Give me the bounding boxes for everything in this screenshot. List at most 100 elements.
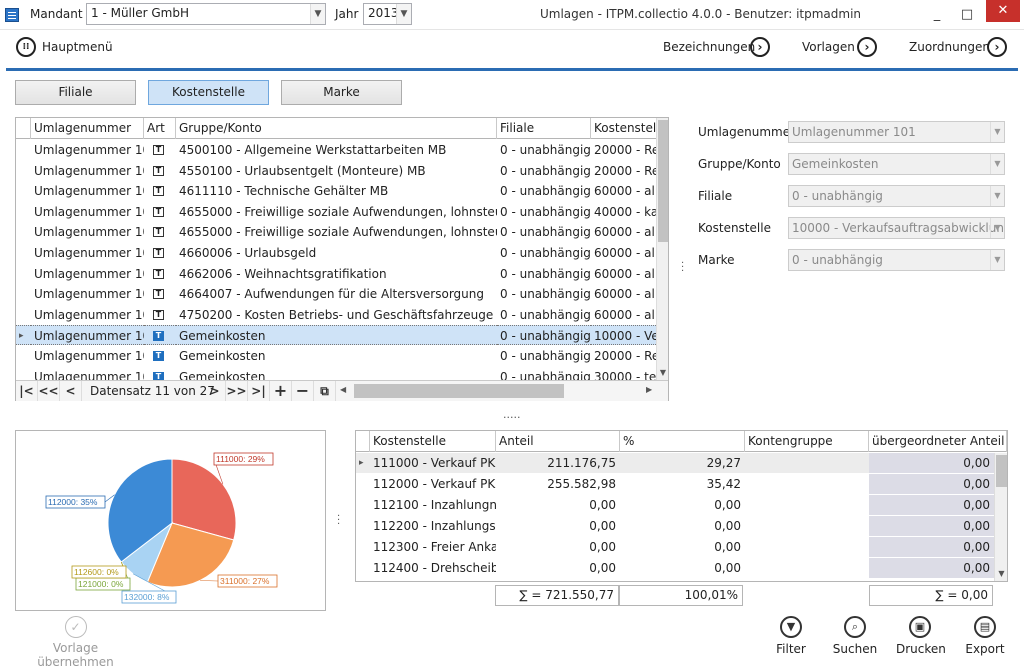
home-menu-link[interactable]: Hauptmenü	[42, 40, 113, 54]
first-record-button[interactable]: |<	[16, 381, 38, 401]
table-row[interactable]: 112200 - Inzahlungsn...0,000,000,00	[356, 516, 994, 537]
table-row[interactable]: Umlagenummer 101TGemeinkosten0 - unabhän…	[16, 346, 656, 367]
table-row[interactable]: 112400 - Drehscheib...0,000,000,00	[356, 558, 994, 579]
col-uebergeordneter-anteil[interactable]: übergeordneter Anteil	[869, 431, 1007, 452]
mandant-value: 1 - Müller GmbH	[91, 6, 189, 20]
cell-anteil: 0,00	[496, 516, 620, 536]
table-row[interactable]: ▸111000 - Verkauf PK...211.176,7529,270,…	[356, 453, 994, 474]
table-row[interactable]: Umlagenummer 101T4664007 - Aufwendungen …	[16, 284, 656, 305]
table-row[interactable]: Umlagenummer 101TGemeinkosten0 - unabhän…	[16, 367, 656, 380]
copy-record-button[interactable]: ⧉	[314, 381, 336, 401]
drucken-button[interactable]: ▣ Drucken	[896, 616, 944, 656]
cell-gruppe: Gemeinkosten	[176, 346, 497, 366]
col-percent[interactable]: %	[620, 431, 745, 452]
horizontal-splitter-handle[interactable]: .....	[503, 408, 520, 421]
filter-button[interactable]: ▼ Filter	[770, 616, 812, 656]
menu-icon[interactable]: ⁞⁞	[16, 37, 36, 57]
verteilung-scrollbar[interactable]: ▼	[994, 453, 1007, 581]
add-record-button[interactable]: +	[270, 381, 292, 401]
record-navigator: |< << < Datensatz 11 von 27 > >> >| + − …	[16, 380, 668, 401]
suchen-button[interactable]: ⌕ Suchen	[832, 616, 878, 656]
next-record-button[interactable]: >	[204, 381, 226, 401]
close-button[interactable]: ✕	[986, 0, 1020, 22]
chevron-down-icon: ▼	[310, 4, 325, 24]
table-row[interactable]: Umlagenummer 101T4500100 - Allgemeine We…	[16, 140, 656, 161]
cell-gruppe: Gemeinkosten	[176, 325, 497, 345]
col-umlagenummer[interactable]: Umlagenummer	[31, 118, 144, 139]
export-button[interactable]: ▤ Export	[963, 616, 1007, 656]
cell-kostenstelle: 60000 - allg	[591, 222, 656, 242]
cell-gruppe: 4660006 - Urlaubsgeld	[176, 243, 497, 263]
export-label: Export	[965, 642, 1004, 656]
cell-filiale: 0 - unabhängig	[497, 284, 591, 304]
row-indicator-header	[356, 431, 370, 452]
cell-art: T	[144, 181, 176, 201]
scrollbar-thumb[interactable]	[996, 455, 1007, 487]
col-gruppe-konto[interactable]: Gruppe/Konto	[176, 118, 497, 139]
delete-record-button[interactable]: −	[292, 381, 314, 401]
col-filiale[interactable]: Filiale	[497, 118, 591, 139]
scroll-down-icon[interactable]: ▼	[996, 569, 1007, 578]
scroll-down-icon[interactable]: ▼	[658, 368, 668, 377]
group-type-icon: T	[153, 372, 164, 380]
chevron-right-icon[interactable]: ›	[750, 37, 770, 57]
row-indicator	[16, 284, 31, 304]
filter-icon: ▼	[780, 616, 802, 638]
col-anteil[interactable]: Anteil	[496, 431, 620, 452]
cell-kostenstelle: 60000 - allg	[591, 305, 656, 325]
scrollbar-thumb[interactable]	[658, 120, 668, 242]
bezeichnungen-link[interactable]: Bezeichnungen	[663, 40, 755, 54]
vertical-splitter-handle-2[interactable]: ···	[337, 515, 340, 527]
mandant-select[interactable]: 1 - Müller GmbH ▼	[86, 3, 326, 25]
chevron-down-icon: ▼	[990, 218, 1004, 238]
table-row[interactable]: ▸Umlagenummer 101TGemeinkosten0 - unabhä…	[16, 325, 656, 346]
cell-art: T	[144, 346, 176, 366]
cell-anteil: 0,00	[496, 495, 620, 515]
vertical-splitter-handle[interactable]: ···	[681, 262, 685, 274]
previous-page-button[interactable]: <<	[38, 381, 60, 401]
app-icon	[5, 8, 19, 22]
table-row[interactable]: Umlagenummer 101T4662006 - Weihnachtsgra…	[16, 264, 656, 285]
table-row[interactable]: Umlagenummer 101T4550100 - Urlaubsentgel…	[16, 161, 656, 182]
col-art[interactable]: Art	[144, 118, 176, 139]
zuordnungen-link[interactable]: Zuordnungen	[909, 40, 990, 54]
table-row[interactable]: Umlagenummer 101T4611110 - Technische Ge…	[16, 181, 656, 202]
table-row[interactable]: Umlagenummer 101T4660006 - Urlaubsgeld0 …	[16, 243, 656, 264]
cell-pct: 0,00	[620, 516, 745, 536]
previous-record-button[interactable]: <	[60, 381, 82, 401]
table-row[interactable]: 112000 - Verkauf PK...255.582,9835,420,0…	[356, 474, 994, 495]
grid-header: Umlagenummer Art Gruppe/Konto Filiale Ko…	[16, 118, 668, 139]
table-row[interactable]: Umlagenummer 101T4655000 - Freiwillige s…	[16, 222, 656, 243]
vorlagen-link[interactable]: Vorlagen	[802, 40, 855, 54]
table-row[interactable]: 112100 - Inzahlungn...0,000,000,00	[356, 495, 994, 516]
pie-chart: 111000: 29%311000: 27%132000: 8%121000: …	[16, 431, 325, 610]
table-row[interactable]: Umlagenummer 101T4655000 - Freiwillige s…	[16, 202, 656, 223]
nav-divider	[6, 68, 1018, 71]
cell-anteil: 0,00	[496, 558, 620, 578]
minimize-button[interactable]: _	[922, 0, 952, 30]
prop-umlagenummer-value: Umlagenummer 101	[792, 125, 916, 139]
vorlage-uebernehmen-button[interactable]: ✓ Vorlage übernehmen	[18, 616, 133, 669]
cell-kostenstelle: 60000 - allg	[591, 181, 656, 201]
chevron-right-icon[interactable]: ›	[987, 37, 1007, 57]
cell-kostenstelle: 20000 - Rep	[591, 346, 656, 366]
tab-kostenstelle[interactable]: Kostenstelle	[148, 80, 269, 105]
table-row[interactable]: Umlagenummer 101T4750200 - Kosten Betrie…	[16, 305, 656, 326]
chevron-down-icon: ▼	[990, 154, 1004, 174]
grid-vertical-scrollbar[interactable]: ▼	[656, 118, 668, 380]
jahr-select[interactable]: 2013 ▼	[363, 3, 412, 25]
horizontal-scroll-thumb[interactable]	[354, 384, 564, 398]
cell-art: T	[144, 140, 176, 160]
cell-gruppe: 4500100 - Allgemeine Werkstattarbeiten M…	[176, 140, 497, 160]
maximize-button[interactable]: □	[952, 0, 982, 30]
chevron-right-icon[interactable]: ›	[857, 37, 877, 57]
table-row[interactable]: 112300 - Freier Ankauf0,000,000,00	[356, 537, 994, 558]
last-record-button[interactable]: >|	[248, 381, 270, 401]
scroll-right-icon[interactable]: ▶	[646, 385, 656, 394]
tab-marke[interactable]: Marke	[281, 80, 402, 105]
col-kostenstelle[interactable]: Kostenstelle	[370, 431, 496, 452]
next-page-button[interactable]: >>	[226, 381, 248, 401]
col-kontengruppe[interactable]: Kontengruppe	[745, 431, 869, 452]
scroll-left-icon[interactable]: ◀	[340, 385, 350, 394]
tab-filiale[interactable]: Filiale	[15, 80, 136, 105]
